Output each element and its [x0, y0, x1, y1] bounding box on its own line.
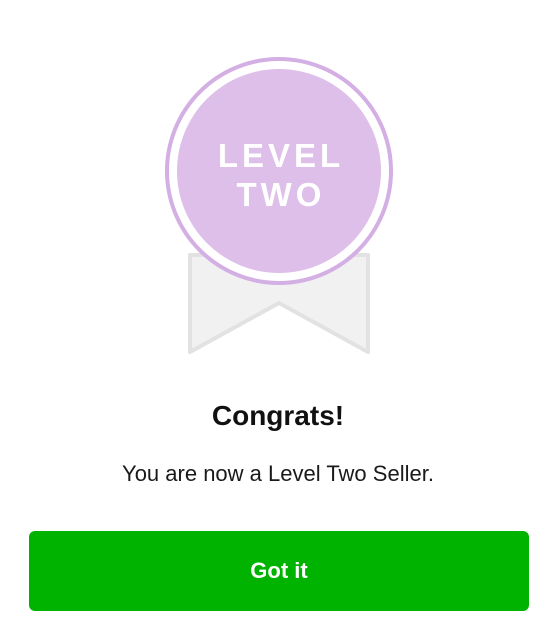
got-it-button[interactable]: Got it [29, 531, 529, 611]
dialog-title: Congrats! [211, 400, 345, 431]
badge-line-2: TWO [237, 176, 326, 213]
level-two-ribbon-icon: LEVEL TWO [165, 57, 393, 354]
badge-line-1: LEVEL [218, 137, 344, 174]
dialog-message: You are now a Level Two Seller. [122, 461, 434, 486]
level-badge: LEVEL TWO [0, 0, 556, 380]
level-up-dialog: LEVEL TWO Congrats! You are now a Level … [0, 0, 556, 642]
